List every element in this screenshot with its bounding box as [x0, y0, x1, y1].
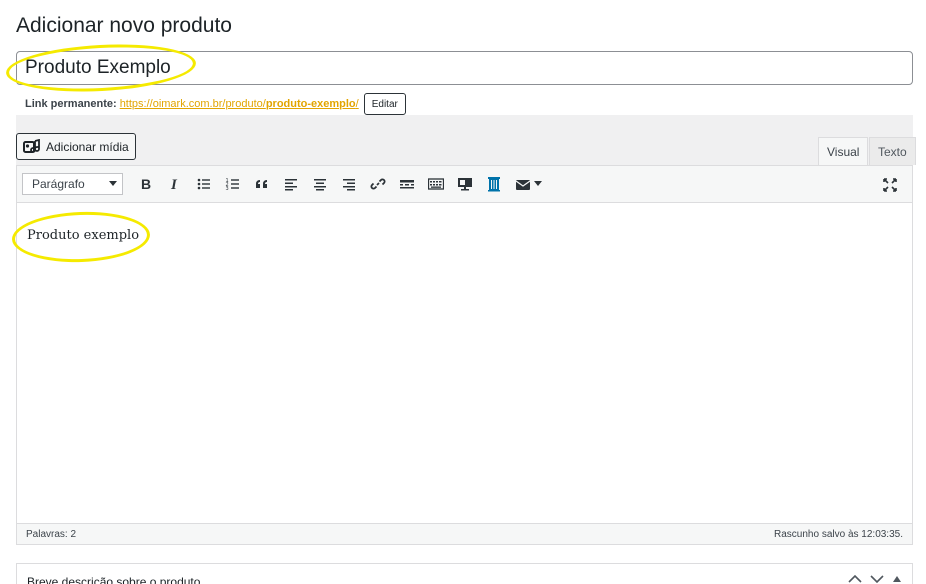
- mail-icon: [515, 180, 530, 190]
- media-icon: [23, 138, 40, 153]
- format-select-value: Parágrafo: [32, 177, 85, 191]
- media-bar: Adicionar mídia Visual Texto: [16, 115, 916, 165]
- bullet-list-button[interactable]: [189, 170, 218, 198]
- toolbar-toggle-button[interactable]: [421, 170, 450, 198]
- toolbar-toggle-icon: [427, 178, 444, 190]
- toggle-arrow-icon[interactable]: [892, 574, 902, 584]
- product-title-input[interactable]: [16, 51, 913, 85]
- editor-content-area[interactable]: Produto exemplo: [16, 203, 913, 524]
- bullet-list-icon: [197, 178, 210, 190]
- fullscreen-icon: [882, 178, 897, 192]
- mail-button[interactable]: [508, 170, 548, 198]
- svg-text:B: B: [141, 176, 151, 192]
- short-description-box: Breve descrição sobre o produto: [16, 563, 913, 584]
- column-icon: [487, 177, 500, 192]
- read-more-button[interactable]: [392, 170, 421, 198]
- fullscreen-button[interactable]: [875, 171, 904, 199]
- page-title: Adicionar novo produto: [16, 14, 232, 37]
- bold-button[interactable]: B: [131, 170, 160, 198]
- post-editor: Adicionar mídia Visual Texto Parágrafo B…: [16, 115, 916, 545]
- permalink-slash: /: [355, 98, 359, 110]
- monitor-icon: [457, 178, 472, 191]
- chevron-down-icon: [109, 181, 117, 186]
- meta-box-controls: [848, 574, 902, 584]
- align-right-icon: [342, 179, 355, 191]
- column-button[interactable]: [479, 170, 508, 198]
- permalink-label: Link permanente:: [25, 98, 117, 110]
- italic-icon: I: [170, 177, 178, 192]
- format-select[interactable]: Parágrafo: [22, 173, 123, 195]
- monitor-button[interactable]: [450, 170, 479, 198]
- numbered-list-button[interactable]: 123: [218, 170, 247, 198]
- draft-saved-status: Rascunho salvo às 12:03:35.: [774, 528, 903, 540]
- link-icon: [370, 178, 385, 190]
- tab-visual[interactable]: Visual: [818, 137, 869, 165]
- permalink-url-base: https://oimark.com.br/produto/: [119, 98, 266, 110]
- align-right-button[interactable]: [334, 170, 363, 198]
- blockquote-icon: [255, 180, 267, 188]
- short-description-title: Breve descrição sobre o produto: [27, 575, 201, 584]
- editor-status-bar: Palavras: 2 Rascunho salvo às 12:03:35.: [16, 523, 913, 545]
- permalink-slug: produto-exemplo: [265, 98, 356, 110]
- chevron-down-icon[interactable]: [870, 574, 884, 584]
- edit-permalink-button[interactable]: Editar: [363, 93, 406, 115]
- blockquote-button[interactable]: [247, 170, 276, 198]
- editor-content-text: Produto exemplo: [27, 228, 140, 243]
- align-left-icon: [284, 179, 297, 191]
- chevron-down-icon: [533, 181, 542, 186]
- chevron-up-icon[interactable]: [848, 574, 862, 584]
- add-media-label: Adicionar mídia: [46, 139, 129, 154]
- align-center-icon: [313, 179, 326, 191]
- read-more-icon: [399, 180, 414, 189]
- align-center-button[interactable]: [305, 170, 334, 198]
- permalink-link[interactable]: https://oimark.com.br/produto/produto-ex…: [120, 98, 359, 110]
- permalink-row: Link permanente: https://oimark.com.br/p…: [25, 93, 406, 115]
- svg-text:I: I: [170, 177, 178, 192]
- numbered-list-icon: 123: [225, 178, 239, 192]
- align-left-button[interactable]: [276, 170, 305, 198]
- link-button[interactable]: [363, 170, 392, 198]
- svg-text:3: 3: [225, 186, 228, 192]
- italic-button[interactable]: I: [160, 170, 189, 198]
- bold-icon: B: [141, 176, 151, 192]
- add-media-button[interactable]: Adicionar mídia: [16, 133, 136, 160]
- editor-toolbar: Parágrafo B I 123: [16, 165, 913, 203]
- tab-text[interactable]: Texto: [869, 137, 916, 165]
- word-count: Palavras: 2: [26, 528, 77, 540]
